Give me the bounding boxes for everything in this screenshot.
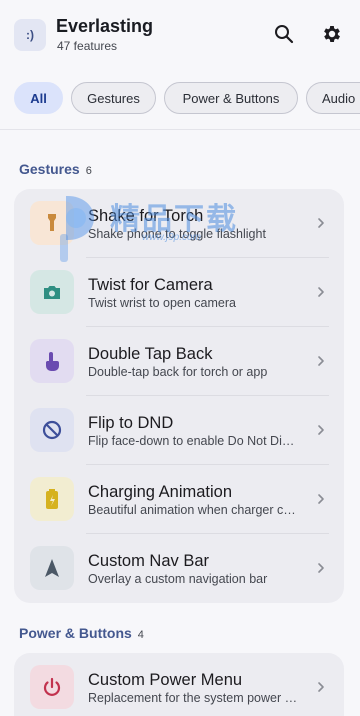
chevron-right-icon: [318, 494, 324, 504]
category-filter: All Gestures Power & Buttons Audio: [0, 82, 360, 114]
camera-icon: [30, 270, 74, 314]
feature-title: Twist for Camera: [88, 276, 213, 294]
chip-gestures[interactable]: Gestures: [71, 82, 156, 114]
feature-title: Custom Nav Bar: [88, 552, 210, 570]
feature-flip-to-dnd[interactable]: Flip to DND Flip face-down to enable Do …: [14, 396, 344, 465]
search-icon[interactable]: [272, 22, 296, 46]
feature-title: Double Tap Back: [88, 345, 213, 363]
feature-subtitle: Beautiful animation when charger connect…: [88, 503, 298, 517]
chevron-right-icon: [318, 563, 324, 573]
chevron-right-icon: [318, 682, 324, 692]
feature-subtitle: Overlay a custom navigation bar: [88, 572, 268, 586]
feature-subtitle: Replacement for the system power menu: [88, 691, 298, 705]
feature-subtitle: Twist wrist to open camera: [88, 296, 236, 310]
section-count: 6: [85, 165, 92, 177]
gear-icon[interactable]: [320, 22, 344, 46]
app-title: Everlasting: [56, 16, 154, 36]
feature-custom-power-menu[interactable]: Custom Power Menu Replacement for the sy…: [14, 653, 344, 716]
power-buttons-card: Custom Power Menu Replacement for the sy…: [14, 653, 344, 716]
battery-icon: [30, 477, 74, 521]
torch-icon: [30, 201, 74, 245]
feature-title: Charging Animation: [88, 483, 233, 501]
section-header-gestures: Gestures 6: [19, 161, 92, 177]
chip-power-buttons[interactable]: Power & Buttons: [164, 82, 298, 114]
section-title: Gestures: [19, 161, 80, 177]
chevron-right-icon: [318, 356, 324, 366]
feature-title: Flip to DND: [88, 414, 174, 432]
chevron-right-icon: [318, 218, 324, 228]
feature-shake-for-torch[interactable]: Shake for Torch Shake phone to toggle fl…: [14, 189, 344, 258]
app-logo: :): [14, 19, 46, 51]
navigation-icon: [30, 546, 74, 590]
feature-subtitle: Double-tap back for torch or app: [88, 365, 268, 379]
feature-charging-animation[interactable]: Charging Animation Beautiful animation w…: [14, 465, 344, 534]
power-icon: [30, 665, 74, 709]
gestures-card: Shake for Torch Shake phone to toggle fl…: [14, 189, 344, 603]
chevron-right-icon: [318, 425, 324, 435]
feature-subtitle: Shake phone to toggle flashlight: [88, 227, 266, 241]
feature-double-tap-back[interactable]: Double Tap Back Double-tap back for torc…: [14, 327, 344, 396]
feature-title: Shake for Torch: [88, 207, 204, 225]
section-header-power-buttons: Power & Buttons 4: [19, 625, 144, 641]
header-divider: [0, 129, 360, 130]
section-count: 4: [137, 629, 144, 641]
tap-icon: [30, 339, 74, 383]
feature-twist-for-camera[interactable]: Twist for Camera Twist wrist to open cam…: [14, 258, 344, 327]
section-title: Power & Buttons: [19, 625, 132, 641]
feature-count: 47 features: [57, 39, 118, 53]
chip-audio[interactable]: Audio: [306, 82, 360, 114]
feature-subtitle: Flip face-down to enable Do Not Disturb: [88, 434, 298, 448]
chip-all[interactable]: All: [14, 82, 63, 114]
app-header: :) Everlasting 47 features: [0, 0, 360, 70]
feature-title: Custom Power Menu: [88, 671, 243, 689]
dnd-icon: [30, 408, 74, 452]
feature-custom-nav-bar[interactable]: Custom Nav Bar Overlay a custom navigati…: [14, 534, 344, 603]
chevron-right-icon: [318, 287, 324, 297]
